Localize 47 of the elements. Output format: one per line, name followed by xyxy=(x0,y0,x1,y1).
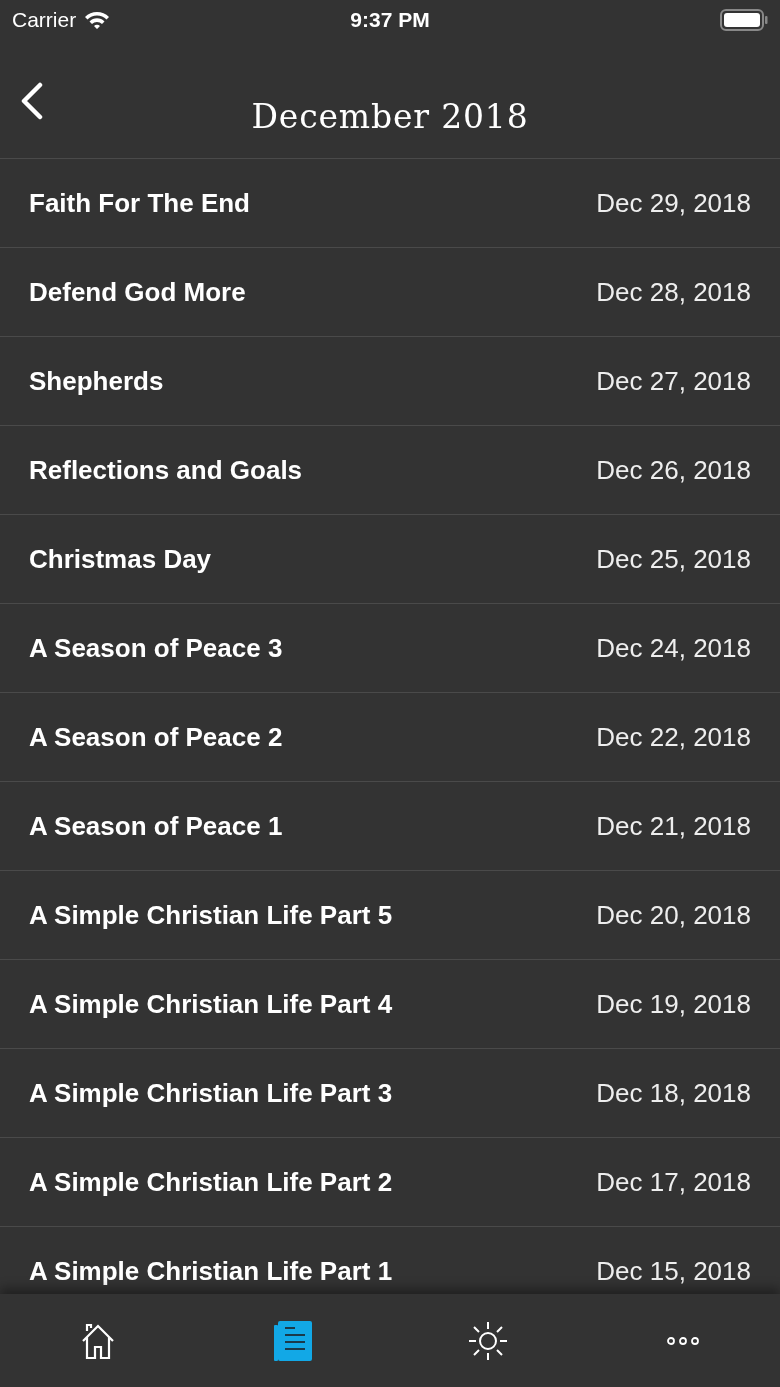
entry-title: A Season of Peace 2 xyxy=(29,720,283,754)
clock-time: 9:37 PM xyxy=(350,7,430,34)
entry-row[interactable]: A Season of Peace 2 Dec 22, 2018 xyxy=(0,692,780,781)
entry-row[interactable]: Faith For The End Dec 29, 2018 xyxy=(0,158,780,247)
entry-row[interactable]: Christmas Day Dec 25, 2018 xyxy=(0,514,780,603)
entry-row[interactable]: Defend God More Dec 28, 2018 xyxy=(0,247,780,336)
entry-title: Shepherds xyxy=(29,364,164,398)
entry-date: Dec 19, 2018 xyxy=(596,987,751,1021)
entry-title: A Simple Christian Life Part 3 xyxy=(29,1076,393,1110)
entry-date: Dec 17, 2018 xyxy=(596,1165,751,1199)
entry-title: A Simple Christian Life Part 5 xyxy=(29,898,393,932)
battery-icon xyxy=(720,9,768,31)
entry-date: Dec 28, 2018 xyxy=(596,275,751,309)
more-icon xyxy=(666,1335,699,1346)
entry-date: Dec 20, 2018 xyxy=(596,898,751,932)
sun-icon xyxy=(467,1320,508,1361)
document-icon xyxy=(273,1320,312,1361)
entry-row[interactable]: A Simple Christian Life Part 2 Dec 17, 2018 xyxy=(0,1137,780,1226)
entry-date: Dec 25, 2018 xyxy=(596,542,751,576)
entry-date: Dec 29, 2018 xyxy=(596,186,751,220)
entry-title: Defend God More xyxy=(29,275,246,309)
chevron-left-icon xyxy=(20,82,44,121)
entry-title: Faith For The End xyxy=(29,186,250,220)
entry-row[interactable]: A Season of Peace 3 Dec 24, 2018 xyxy=(0,603,780,692)
entry-row[interactable]: A Simple Christian Life Part 4 Dec 19, 2018 xyxy=(0,959,780,1048)
entry-title: A Season of Peace 3 xyxy=(29,631,283,665)
screen-title: December 2018 xyxy=(251,96,529,139)
entry-date: Dec 21, 2018 xyxy=(596,809,751,843)
entry-row[interactable]: Reflections and Goals Dec 26, 2018 xyxy=(0,425,780,514)
entry-row[interactable]: Shepherds Dec 27, 2018 xyxy=(0,336,780,425)
entry-date: Dec 27, 2018 xyxy=(596,364,751,398)
entry-date: Dec 26, 2018 xyxy=(596,453,751,487)
entry-title: Christmas Day xyxy=(29,542,212,576)
entry-row[interactable]: A Simple Christian Life Part 5 Dec 20, 2018 xyxy=(0,870,780,959)
entry-title: A Simple Christian Life Part 1 xyxy=(29,1254,393,1288)
entry-date: Dec 18, 2018 xyxy=(596,1076,751,1110)
entry-date: Dec 24, 2018 xyxy=(596,631,751,665)
carrier-label: Carrier xyxy=(12,7,77,34)
entry-title: Reflections and Goals xyxy=(29,453,303,487)
entry-title: A Season of Peace 1 xyxy=(29,809,283,843)
entry-date: Dec 22, 2018 xyxy=(596,720,751,754)
entry-title: A Simple Christian Life Part 2 xyxy=(29,1165,393,1199)
entry-date: Dec 15, 2018 xyxy=(596,1254,751,1288)
entry-row[interactable]: A Simple Christian Life Part 3 Dec 18, 2018 xyxy=(0,1048,780,1137)
wifi-icon xyxy=(84,10,111,30)
entry-title: A Simple Christian Life Part 4 xyxy=(29,987,393,1021)
entry-row[interactable]: A Season of Peace 1 Dec 21, 2018 xyxy=(0,781,780,870)
